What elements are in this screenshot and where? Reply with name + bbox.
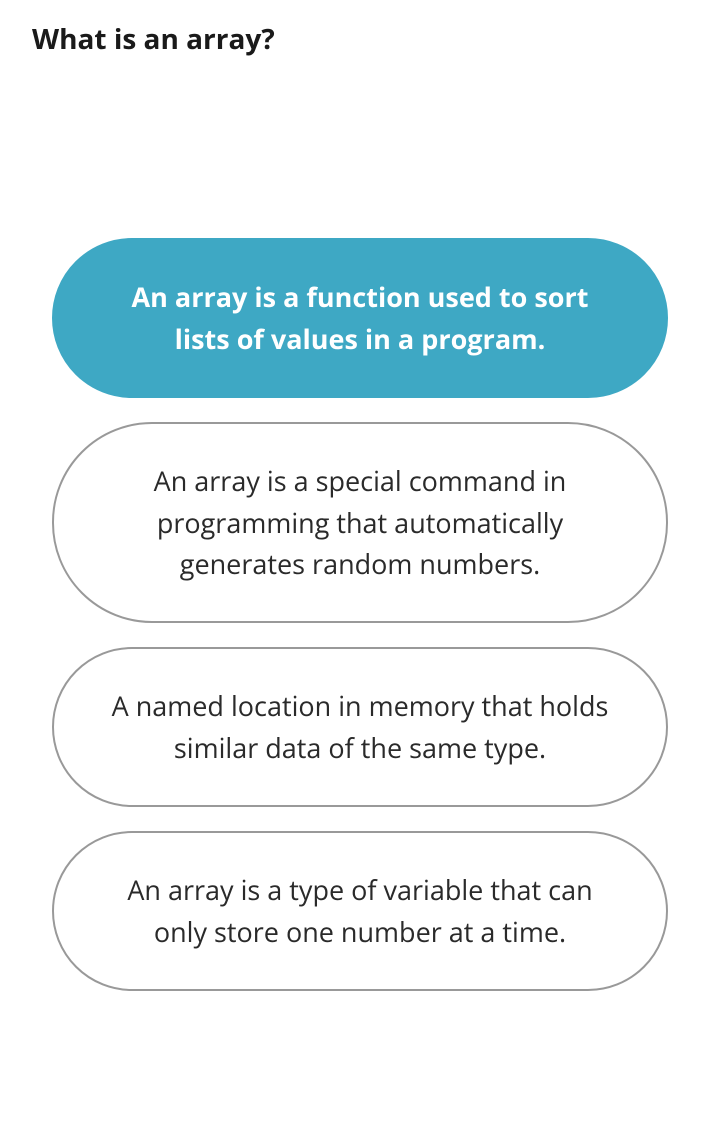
options-container: An array is a function used to sort list… bbox=[24, 238, 696, 991]
option-2[interactable]: An array is a special command in program… bbox=[52, 422, 668, 624]
option-4[interactable]: An array is a type of variable that can … bbox=[52, 831, 668, 991]
option-1[interactable]: An array is a function used to sort list… bbox=[52, 238, 668, 398]
option-3[interactable]: A named location in memory that holds si… bbox=[52, 647, 668, 807]
question-text: What is an array? bbox=[32, 20, 696, 58]
